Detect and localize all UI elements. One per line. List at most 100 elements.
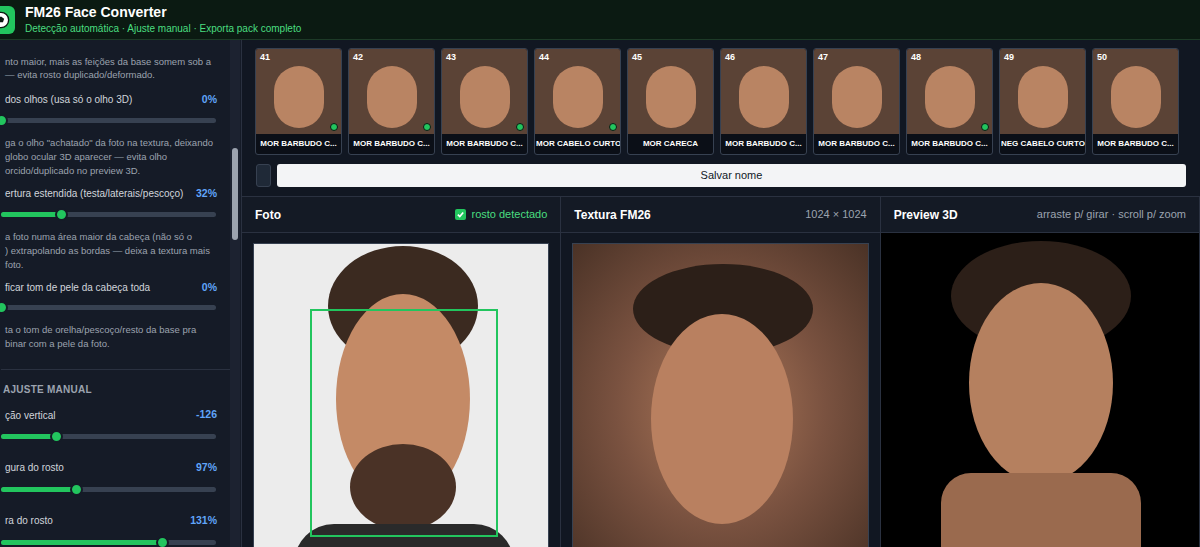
setting-description: a foto numa área maior da cabeça (não só… — [1, 230, 230, 244]
face-shape — [367, 66, 417, 128]
thumbnail-image[interactable]: 42 — [349, 49, 434, 134]
preview-3d[interactable] — [881, 233, 1199, 547]
face-shape — [553, 66, 603, 128]
preview-hint: arraste p/ girar · scroll p/ zoom — [1037, 206, 1186, 223]
thumbnail-image[interactable]: 48 — [907, 49, 992, 134]
thumbnail-card[interactable]: 46MOR BARBUDO C... — [720, 48, 807, 155]
slider[interactable] — [1, 114, 216, 127]
thumbnail-image[interactable]: 46 — [721, 49, 806, 134]
setting: gura do rosto 97% — [1, 460, 230, 496]
thumbnail-card[interactable]: 49NEG CABELO CURTO — [999, 48, 1086, 155]
thumbnail-image[interactable]: 43 — [442, 49, 527, 134]
slider-thumb[interactable] — [156, 536, 169, 547]
face-shape — [646, 66, 696, 128]
slider-track[interactable] — [1, 434, 216, 439]
sidebar-content: nto maior, mais as feições da base somem… — [0, 40, 230, 547]
slider[interactable] — [1, 483, 216, 496]
slider-track[interactable] — [1, 212, 216, 217]
main-area: 41MOR BARBUDO C...42MOR BARBUDO C...43MO… — [242, 40, 1200, 547]
thumbnail-card[interactable]: 43MOR BARBUDO C... — [441, 48, 528, 155]
thumbnail-card[interactable]: 50 MOR BARBUDO C... — [1092, 48, 1179, 155]
thumbnail-card[interactable]: 44MOR CABELO CURTO — [534, 48, 621, 155]
setting-description-block: a foto numa área maior da cabeça (não só… — [1, 230, 230, 272]
slider[interactable] — [1, 430, 216, 443]
thumbnail-label: MOR BARBUDO C... — [442, 134, 527, 154]
setting-description: globo ocular 3D aparecer — evita olho — [1, 150, 230, 164]
panel-title: Preview 3D — [894, 206, 958, 224]
header-text: FM26 Face ConverterDetecção automática ·… — [25, 4, 301, 36]
name-input[interactable] — [256, 164, 271, 187]
slider[interactable] — [1, 301, 216, 314]
slider-wrap — [1, 114, 230, 127]
setting-label: gura do rosto — [1, 460, 64, 475]
thumbnail-image[interactable]: 41 — [256, 49, 341, 134]
thumbnail-image[interactable]: 47 — [814, 49, 899, 134]
face-shape — [1018, 66, 1068, 128]
slider-wrap — [1, 208, 230, 221]
thumbnail-image[interactable]: 44 — [535, 49, 620, 134]
thumbnail-label: MOR BARBUDO C... — [256, 134, 341, 154]
thumbnail-number: 44 — [539, 51, 549, 65]
thumbnail-label: MOR BARBUDO C... — [721, 134, 806, 154]
name-row: Salvar nome — [242, 164, 1200, 187]
slider-thumb[interactable] — [0, 301, 8, 314]
panel-header: Textura FM261024 × 1024 — [561, 197, 879, 233]
slider-track[interactable] — [1, 540, 216, 545]
scrollbar-thumb[interactable] — [232, 148, 238, 240]
thumbnail-image[interactable]: 50 — [1093, 49, 1178, 134]
face-shape — [925, 66, 975, 128]
thumbnail-number: 50 — [1097, 51, 1107, 65]
thumbnail-card[interactable]: 41MOR BARBUDO C... — [255, 48, 342, 155]
thumbnail-strip: 41MOR BARBUDO C...42MOR BARBUDO C...43MO… — [242, 40, 1200, 155]
setting-label: dos olhos (usa só o olho 3D) — [1, 92, 132, 107]
setting-label-row: ra do rosto 131% — [1, 513, 217, 529]
setting-description: nto maior, mais as feições da base somem… — [1, 55, 230, 68]
setting-description: ta o tom de orelha/pescoço/resto da base… — [1, 323, 230, 337]
slider[interactable] — [1, 536, 216, 547]
setting-reading: 97% — [196, 460, 217, 476]
slider-thumb[interactable] — [50, 430, 63, 443]
slider-wrap — [1, 430, 230, 443]
thumbnail-card[interactable]: 42MOR BARBUDO C... — [348, 48, 435, 155]
setting-description-block: ga o olho "achatado" da foto na textura,… — [1, 136, 230, 178]
app-body: nto maior, mais as feições da base somem… — [0, 40, 1200, 547]
beard-shape — [350, 444, 456, 530]
slider-track[interactable] — [1, 487, 216, 492]
scrollbar[interactable] — [230, 40, 240, 547]
thumbnail-card[interactable]: 47MOR BARBUDO C... — [813, 48, 900, 155]
setting-reading: -126 — [196, 407, 217, 423]
setting-reading: 131% — [190, 513, 217, 529]
thumbnail-label: MOR BARBUDO C... — [907, 134, 992, 154]
setting: ra do rosto 131% — [1, 513, 230, 547]
thumbnail-card[interactable]: 48 MOR BARBUDO C... — [906, 48, 993, 155]
thumbnail-number: 48 — [911, 51, 921, 65]
setting-description: — evita rosto duplicado/deformado. — [1, 68, 230, 81]
panel: Fotorosto detectado — [242, 197, 561, 547]
slider-track[interactable] — [1, 305, 216, 310]
save-button[interactable]: Salvar nome — [277, 164, 1186, 187]
thumbnail-card[interactable]: 45MOR CARECA — [627, 48, 714, 155]
neck-shape — [941, 473, 1141, 547]
face-shape — [651, 314, 793, 524]
slider-wrap — [1, 536, 230, 547]
texture — [572, 243, 868, 547]
thumbnail-number: 45 — [632, 51, 642, 65]
face-detection-box — [310, 309, 498, 537]
thumbnail-image[interactable]: 45 — [628, 49, 713, 134]
saved-dot — [981, 123, 989, 131]
divider — [1, 369, 230, 370]
app-header: FM26 Face ConverterDetecção automática ·… — [0, 0, 1200, 40]
slider-fill — [1, 212, 61, 217]
slider[interactable] — [1, 208, 216, 221]
slider-thumb[interactable] — [0, 114, 8, 127]
slider-track[interactable] — [1, 118, 216, 123]
slider-thumb[interactable] — [70, 483, 83, 496]
setting-label: ra do rosto — [1, 513, 53, 528]
sidebar: nto maior, mais as feições da base somem… — [0, 40, 242, 547]
setting: ção vertical-126 — [1, 407, 230, 443]
thumbnail-image[interactable]: 49 — [1000, 49, 1085, 134]
saved-dot — [330, 123, 338, 131]
setting-label-row: gura do rosto 97% — [1, 460, 217, 476]
thumbnail-label: MOR BARBUDO C... — [1093, 134, 1178, 154]
slider-thumb[interactable] — [55, 208, 68, 221]
